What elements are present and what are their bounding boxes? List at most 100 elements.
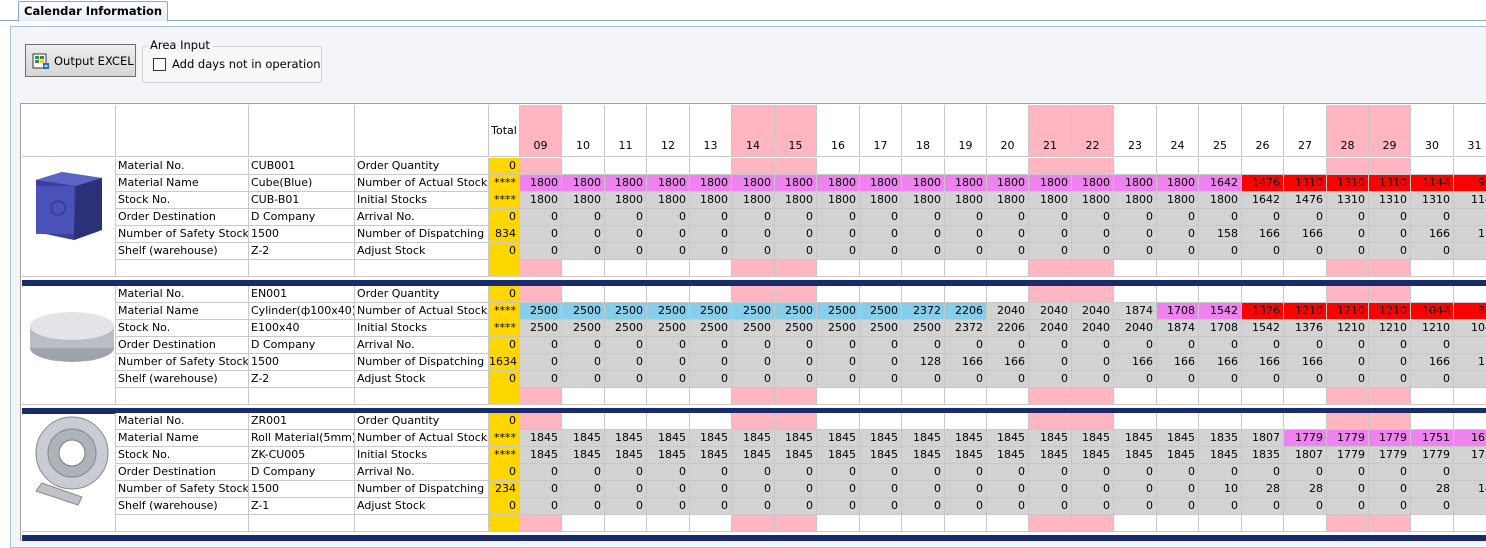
- row-label-right: Adjust Stock: [355, 498, 489, 515]
- day-cell: [647, 286, 690, 303]
- row-value-left: D Company: [249, 209, 355, 226]
- calendar-grid[interactable]: Total 09 10 11 12 13 14 15 16 17 18 19 20 21 22 23 24 25 2…: [20, 103, 1486, 541]
- output-excel-button[interactable]: Output EXCEL: [25, 44, 136, 77]
- day-cell: 166: [987, 354, 1029, 371]
- day-cell: [902, 413, 945, 430]
- output-excel-label: Output EXCEL: [54, 53, 134, 68]
- day-cell: 1751: [1411, 430, 1454, 447]
- day-cell: 0: [1029, 464, 1072, 481]
- blank-day-cell: [1411, 260, 1454, 277]
- day-cell: 2500: [605, 320, 647, 337]
- day-cell: [860, 158, 902, 175]
- day-cell: 0: [860, 464, 902, 481]
- add-days-checkbox[interactable]: [153, 57, 166, 71]
- day-cell: 0: [987, 209, 1029, 226]
- blank-day-cell: [1199, 388, 1242, 405]
- day-cell: 0: [1369, 243, 1411, 260]
- day-cell: [1029, 413, 1072, 430]
- day-cell: 0: [1327, 209, 1369, 226]
- day-cell: 0: [902, 464, 945, 481]
- row-value-left: ZK-CU005: [249, 447, 355, 464]
- day-cell: 1779: [1411, 447, 1454, 464]
- day-cell: 0: [562, 209, 605, 226]
- day-cell: [987, 158, 1029, 175]
- day-cell: 0: [1157, 243, 1199, 260]
- day-cell: 0: [1369, 354, 1411, 371]
- day-cell: 2372: [945, 320, 987, 337]
- day-cell: [860, 413, 902, 430]
- day-cell: 0: [860, 481, 902, 498]
- day-cell: 166: [1114, 354, 1157, 371]
- day-cell: 0: [1114, 481, 1157, 498]
- day-cell: 0: [817, 226, 860, 243]
- day-cell: 0: [1327, 337, 1369, 354]
- day-cell: 1376: [1284, 320, 1327, 337]
- row-label-left: Order Destination: [116, 209, 249, 226]
- day-cell: 0: [520, 226, 562, 243]
- day-cell: [902, 158, 945, 175]
- day-cell: 0: [1157, 481, 1199, 498]
- day-cell: 1800: [1114, 192, 1157, 209]
- blank-day-cell: [1284, 260, 1327, 277]
- total-cell: 0: [489, 371, 520, 388]
- day-cell: 0: [775, 464, 817, 481]
- day-cell: 2040: [1072, 303, 1114, 320]
- blank-day-cell: [1114, 515, 1157, 532]
- day-cell: 0: [902, 226, 945, 243]
- blank-day-cell: [902, 260, 945, 277]
- day-cell: 2500: [562, 303, 605, 320]
- day-cell: 1845: [860, 447, 902, 464]
- day-cell: 0: [902, 337, 945, 354]
- day-cell: [1454, 337, 1486, 354]
- day-cell: 1210: [1369, 320, 1411, 337]
- day-cell: 1845: [520, 447, 562, 464]
- total-cell: 234: [489, 481, 520, 498]
- day-cell: [562, 413, 605, 430]
- add-days-not-in-operation[interactable]: Add days not in operation: [153, 57, 321, 71]
- row-label-left: Material Name: [116, 303, 249, 320]
- day-cell: 161: [1454, 430, 1486, 447]
- blank-day-cell: [1242, 388, 1284, 405]
- day-cell: [1029, 158, 1072, 175]
- cube-blue-icon: [22, 158, 116, 277]
- blank-day-cell: [520, 515, 562, 532]
- day-cell: 0: [860, 371, 902, 388]
- day-cell: [1157, 413, 1199, 430]
- day-cell: 0: [1327, 371, 1369, 388]
- row-label-right: Initial Stocks: [355, 320, 489, 337]
- day-cell: 1800: [817, 175, 860, 192]
- row-value-left: Z-2: [249, 243, 355, 260]
- blank-cell: [355, 515, 489, 532]
- total-cell: 0: [489, 209, 520, 226]
- row-label-left: Material Name: [116, 175, 249, 192]
- row-label-right: Adjust Stock: [355, 371, 489, 388]
- day-cell: 0: [690, 464, 732, 481]
- day-cell: 1807: [1242, 430, 1284, 447]
- day-cell: [945, 158, 987, 175]
- row-value-left: Z-1: [249, 498, 355, 515]
- row-value-left: 1500: [249, 354, 355, 371]
- day-cell: 1210: [1411, 320, 1454, 337]
- tab-calendar-information[interactable]: Calendar Information: [18, 1, 169, 22]
- day-cell: [520, 413, 562, 430]
- day-cell: 1310: [1327, 192, 1369, 209]
- day-cell: 0: [902, 243, 945, 260]
- day-cell: 0: [1411, 337, 1454, 354]
- day-cell: 1845: [732, 430, 775, 447]
- blank-day-cell: [1242, 515, 1284, 532]
- day-cell: 1800: [605, 175, 647, 192]
- row-label-left: Material No.: [116, 286, 249, 303]
- day-cell: [1454, 371, 1486, 388]
- day-cell: 0: [1327, 243, 1369, 260]
- day-cell: 1845: [1072, 447, 1114, 464]
- day-cell: 28: [1411, 481, 1454, 498]
- day-cell: 1845: [817, 447, 860, 464]
- day-cell: 0: [1284, 243, 1327, 260]
- day-cell: 1210: [1369, 303, 1411, 320]
- day-cell: [1454, 498, 1486, 515]
- day-header: 21: [1029, 105, 1072, 157]
- day-cell: 1800: [647, 192, 690, 209]
- blank-day-cell: [1199, 515, 1242, 532]
- day-cell: 0: [732, 226, 775, 243]
- day-cell: 0: [1284, 371, 1327, 388]
